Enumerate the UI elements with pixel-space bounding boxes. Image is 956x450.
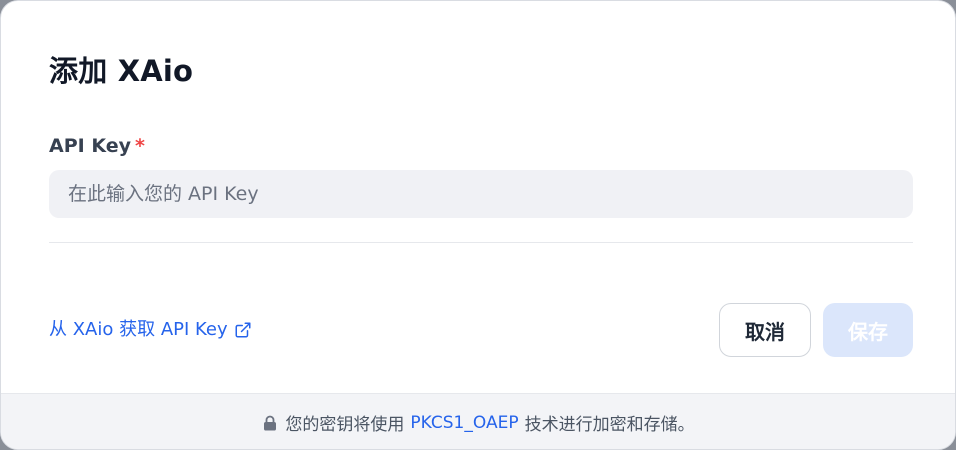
notice-text-before: 您的密钥将使用 xyxy=(285,415,405,435)
dialog-title: 添加 XAio xyxy=(49,54,194,88)
encryption-notice: 您的密钥将使用 PKCS1_OAEP 技术进行加密和存储。 xyxy=(1,393,955,449)
cancel-button[interactable]: 取消 xyxy=(719,303,811,357)
get-api-key-link-text: 从 XAio 获取 API Key xyxy=(49,319,228,340)
add-provider-dialog: 添加 XAio API Key* 从 XAio 获取 API Key 取消 保存… xyxy=(0,0,956,450)
lock-icon xyxy=(264,415,277,430)
divider xyxy=(49,242,913,243)
external-link-icon xyxy=(235,322,251,338)
api-key-input[interactable] xyxy=(49,170,913,218)
api-key-label: API Key * xyxy=(49,133,145,159)
required-mark: * xyxy=(134,135,145,157)
get-api-key-link[interactable]: 从 XAio 获取 API Key xyxy=(49,317,252,343)
save-button[interactable]: 保存 xyxy=(823,303,913,357)
notice-text-after: 技术进行加密和存储。 xyxy=(524,415,695,435)
notice-algorithm: PKCS1_OAEP xyxy=(410,412,519,433)
api-key-label-text: API Key xyxy=(49,135,131,157)
